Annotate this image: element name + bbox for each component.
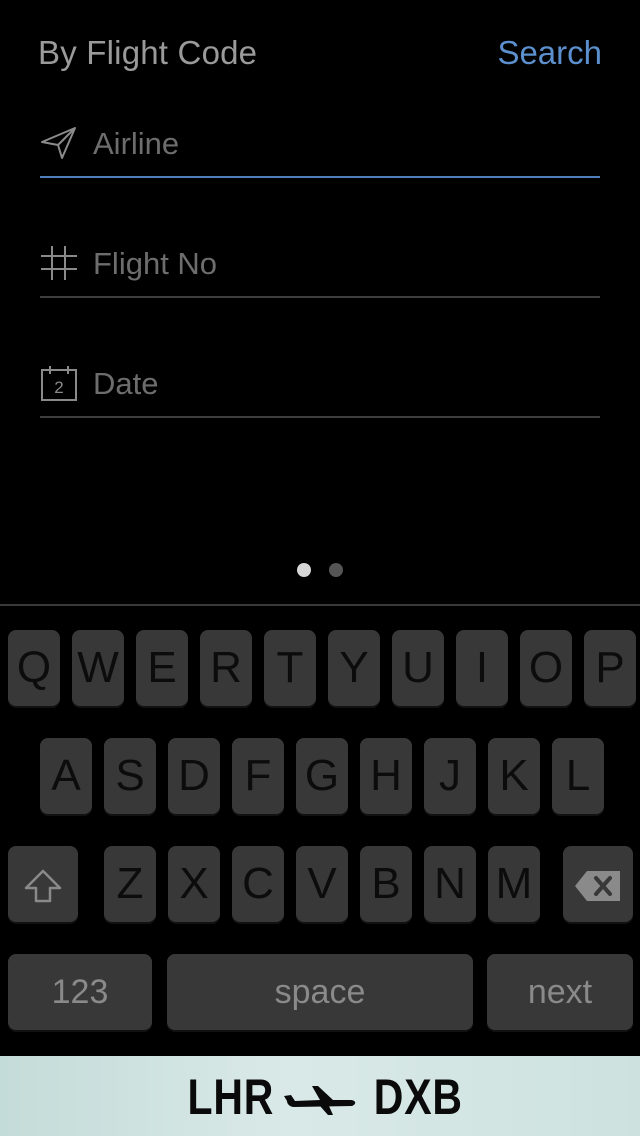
hash-icon — [41, 246, 77, 280]
key-n[interactable]: N — [424, 846, 476, 922]
delete-key[interactable] — [563, 846, 633, 922]
flight-number-field[interactable]: Flight No — [40, 236, 600, 298]
key-f[interactable]: F — [232, 738, 284, 814]
space-key[interactable]: space — [167, 954, 473, 1030]
calendar-icon: 2 — [41, 366, 77, 401]
key-u[interactable]: U — [392, 630, 444, 706]
next-key[interactable]: next — [487, 954, 633, 1030]
shift-key[interactable] — [8, 846, 78, 922]
date-label: Date — [93, 366, 159, 401]
page-indicator — [0, 563, 640, 579]
route-banner: LHR DXB — [0, 1056, 640, 1136]
keyboard: 123 space next QWERTYUIOP ASDFGHJKL ZXCVBN… — [0, 604, 640, 1058]
key-x[interactable]: X — [168, 846, 220, 922]
route-summary: LHR DXB — [0, 1056, 640, 1136]
key-r[interactable]: R — [200, 630, 252, 706]
key-a[interactable]: A — [40, 738, 92, 814]
airline-field[interactable]: Airline — [40, 116, 600, 178]
page-dot-active[interactable] — [297, 563, 311, 577]
origin-code: LHR — [187, 1069, 275, 1125]
key-q[interactable]: Q — [8, 630, 60, 706]
calendar-day-number: 2 — [54, 378, 63, 397]
key-k[interactable]: K — [488, 738, 540, 814]
page-title: By Flight Code — [38, 34, 258, 71]
shift-arrow-icon — [24, 869, 62, 903]
date-field[interactable]: 2 Date — [40, 356, 600, 418]
key-y[interactable]: Y — [328, 630, 380, 706]
key-e[interactable]: E — [136, 630, 188, 706]
backspace-icon — [575, 871, 620, 902]
airline-label: Airline — [93, 126, 180, 161]
key-z[interactable]: Z — [104, 846, 156, 922]
key-t[interactable]: T — [264, 630, 316, 706]
paper-plane-icon — [41, 127, 76, 159]
airplane-icon — [284, 1086, 356, 1115]
search-button[interactable]: Search — [497, 34, 602, 72]
key-h[interactable]: H — [360, 738, 412, 814]
page-dot-inactive[interactable] — [329, 563, 343, 577]
key-s[interactable]: S — [104, 738, 156, 814]
key-j[interactable]: J — [424, 738, 476, 814]
key-w[interactable]: W — [72, 630, 124, 706]
key-i[interactable]: I — [456, 630, 508, 706]
key-d[interactable]: D — [168, 738, 220, 814]
key-c[interactable]: C — [232, 846, 284, 922]
key-l[interactable]: L — [552, 738, 604, 814]
header: By Flight Code Search — [0, 0, 640, 110]
key-g[interactable]: G — [296, 738, 348, 814]
key-m[interactable]: M — [488, 846, 540, 922]
numbers-key[interactable]: 123 — [8, 954, 152, 1030]
key-v[interactable]: V — [296, 846, 348, 922]
key-b[interactable]: B — [360, 846, 412, 922]
flight-search-screen: By Flight Code Search Airline Flight No … — [0, 0, 640, 1136]
key-p[interactable]: P — [584, 630, 636, 706]
flight-number-label: Flight No — [93, 246, 218, 281]
destination-code: DXB — [373, 1069, 463, 1125]
key-o[interactable]: O — [520, 630, 572, 706]
